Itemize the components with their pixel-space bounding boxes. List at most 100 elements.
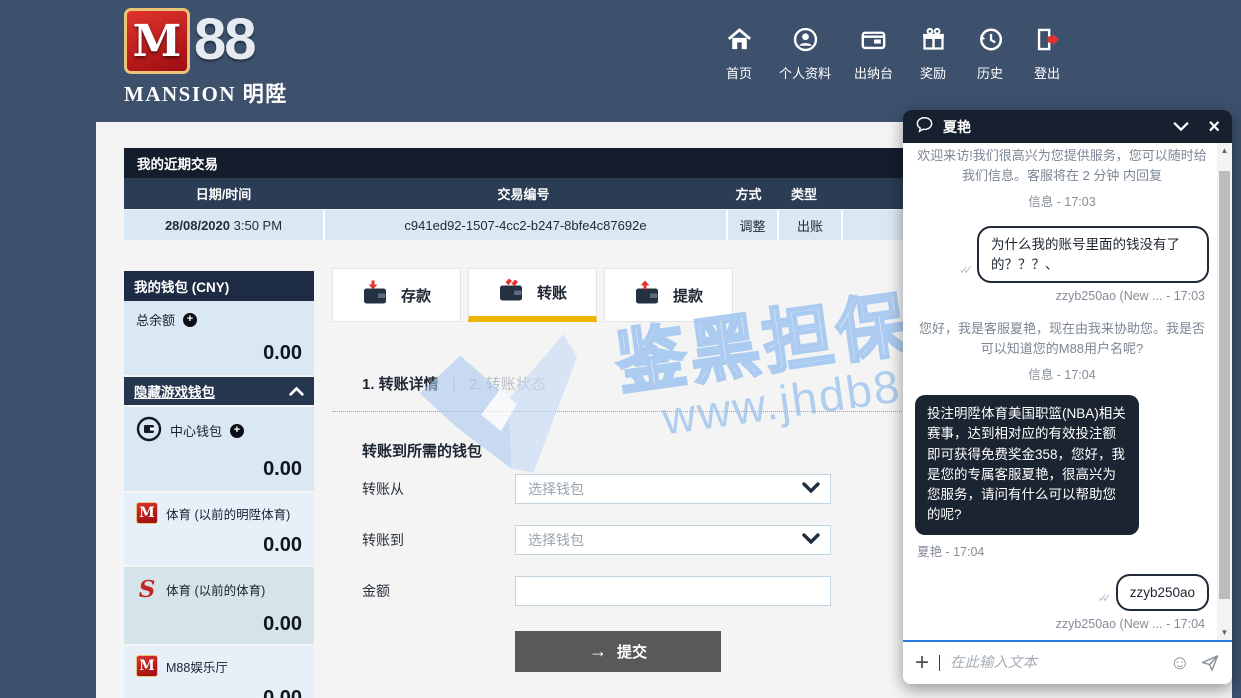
total-balance-value: 0.00 <box>136 342 302 365</box>
tab-withdraw[interactable]: 提款 <box>604 268 733 322</box>
attach-plus-icon[interactable]: + <box>915 653 929 673</box>
transfer-from-label: 转账从 <box>362 479 515 499</box>
wallet-deposit-icon <box>362 280 392 311</box>
chat-input-bar: + ☺ <box>903 640 1232 684</box>
form-title: 转账到所需的钱包 <box>362 440 482 461</box>
chat-message-area: 欢迎来访!我们很高兴为您提供服务，您可以随时给我们信息。客服将在 2 分钟 内回… <box>903 143 1232 640</box>
chat-message-meta: 信息 - 17:04 <box>915 364 1209 383</box>
send-icon[interactable] <box>1200 653 1220 673</box>
tab-deposit[interactable]: 存款 <box>332 268 461 322</box>
scroll-up-icon[interactable]: ▲ <box>1221 146 1229 155</box>
chat-system-message: 您好，我是客服夏艳，现在由我来协助您。我是否可以知道您的M88用户名呢? <box>915 319 1209 358</box>
chat-text-input[interactable] <box>950 655 1160 671</box>
wallet-withdraw-icon <box>634 280 664 311</box>
wallet-item-name: 体育 (以前的明陞体育) <box>166 504 290 523</box>
chat-user-message: ✓✓ 为什么我的账号里面的钱没有了的？？？、 <box>915 226 1209 283</box>
cell-txn-id: c941ed92-1507-4cc2-b247-8bfe4c87692e <box>325 210 726 240</box>
cell-date: 28/08/2020 3:50 PM <box>124 210 323 240</box>
hide-game-wallets-toggle[interactable]: 隐藏游戏钱包 <box>124 377 314 405</box>
scrollbar-thumb[interactable] <box>1219 171 1230 599</box>
profile-icon <box>792 26 819 58</box>
chat-close-button[interactable]: × <box>1208 118 1220 136</box>
m88-badge-icon: M <box>136 655 158 677</box>
cashier-tabs: 存款 转账 提款 <box>332 268 733 322</box>
chat-minimize-button[interactable] <box>1173 119 1189 135</box>
read-check-icon: ✓✓ <box>1098 591 1110 611</box>
wallet-item-value: 0.00 <box>136 687 302 698</box>
transfer-from-select[interactable]: 选择钱包 <box>515 474 831 504</box>
cell-type: 出账 <box>779 210 841 240</box>
wallet-item-m88-casino: M M88娱乐厅 0.00 <box>124 646 314 698</box>
cashier-icon <box>860 26 887 58</box>
chat-message-meta: 信息 - 17:03 <box>915 191 1209 210</box>
cell-method: 调整 <box>728 210 777 240</box>
m88-logo-badge: M <box>124 8 190 74</box>
step-divider: | <box>452 374 456 394</box>
wallet-item-value: 0.00 <box>136 613 302 636</box>
nav-logout[interactable]: 登出 <box>1030 26 1064 82</box>
chat-scrollbar[interactable]: ▲ ▼ <box>1217 143 1232 640</box>
wallet-item-value: 0.00 <box>136 534 302 557</box>
chat-user-message: ✓✓ zzyb250ao <box>915 574 1209 612</box>
top-nav: 首页 个人资料 出纳台 奖励 历史 登出 <box>722 26 1064 82</box>
home-icon <box>726 26 753 58</box>
nav-rewards[interactable]: 奖励 <box>916 26 950 82</box>
nav-profile[interactable]: 个人资料 <box>779 26 831 82</box>
chat-message-meta: zzyb250ao (New ... - 17:03 <box>915 289 1209 303</box>
wallet-transfer-icon <box>498 277 528 308</box>
rewards-icon <box>920 26 947 58</box>
chat-system-message: 欢迎来访!我们很高兴为您提供服务，您可以随时给我们信息。客服将在 2 分钟 内回… <box>915 146 1209 185</box>
submit-button[interactable]: → 提交 <box>515 631 721 672</box>
central-wallet-icon <box>136 416 162 445</box>
s-sports-icon: S <box>136 576 158 603</box>
wallet-sidebar: 我的钱包 (CNY) 总余额 + 0.00 隐藏游戏钱包 中心钱包 + 0.00… <box>124 271 314 698</box>
wallet-item-value: 0.00 <box>136 458 302 481</box>
chat-message-meta: zzyb250ao (New ... - 17:04 <box>915 617 1209 631</box>
wallet-item-sports-mansion: M 体育 (以前的明陞体育) 0.00 <box>124 493 314 565</box>
m88-logo-88: 88 <box>194 8 255 72</box>
m88-logo[interactable]: M 88 MANSION 明陞 <box>124 8 288 108</box>
logout-icon <box>1034 26 1061 58</box>
chevron-up-icon <box>289 384 304 399</box>
step-transfer-details: 1. 转账详情 <box>362 373 439 394</box>
tab-transfer[interactable]: 转账 <box>468 268 597 322</box>
history-icon <box>977 26 1004 58</box>
total-balance-block: 总余额 + 0.00 <box>124 301 314 375</box>
emoji-icon[interactable]: ☺ <box>1170 652 1190 675</box>
add-funds-icon[interactable]: + <box>230 424 244 438</box>
col-date: 日期/时间 <box>124 184 323 203</box>
wallet-item-name: M88娱乐厅 <box>166 657 228 676</box>
chat-agent-name: 夏艳 <box>943 117 1164 137</box>
chevron-down-icon <box>802 481 820 497</box>
chevron-down-icon <box>802 532 820 548</box>
chat-bubble-icon <box>915 115 934 139</box>
wallet-item-sports-legacy: S 体育 (以前的体育) 0.00 <box>124 567 314 644</box>
wallet-item-name: 中心钱包 <box>170 421 222 440</box>
chat-message-meta: 夏艳 - 17:04 <box>915 541 1209 560</box>
add-funds-icon[interactable]: + <box>183 313 197 327</box>
total-balance-label: 总余额 <box>136 310 175 329</box>
nav-history[interactable]: 历史 <box>973 26 1007 82</box>
transfer-to-select[interactable]: 选择钱包 <box>515 525 831 555</box>
scroll-down-icon[interactable]: ▼ <box>1221 628 1229 637</box>
col-txn-id: 交易编号 <box>323 184 724 203</box>
nav-cashier[interactable]: 出纳台 <box>854 26 893 82</box>
chat-header: 夏艳 × <box>903 110 1232 143</box>
col-type: 类型 <box>773 184 835 203</box>
amount-label: 金额 <box>362 581 515 601</box>
transfer-steps: 1. 转账详情 | 2. 转账状态 <box>362 373 546 394</box>
chat-agent-message: 投注明陞体育美国职篮(NBA)相关赛事，达到相对应的有效投注额即可获得免费奖金3… <box>915 395 1209 535</box>
transfer-to-label: 转账到 <box>362 530 515 550</box>
wallet-item-central: 中心钱包 + 0.00 <box>124 407 314 491</box>
nav-home[interactable]: 首页 <box>722 26 756 82</box>
arrow-right-icon: → <box>589 641 607 662</box>
wallet-item-name: 体育 (以前的体育) <box>166 580 265 599</box>
col-method: 方式 <box>724 184 773 203</box>
wallet-title: 我的钱包 (CNY) <box>124 271 314 301</box>
m88-badge-icon: M <box>136 502 158 524</box>
m88-brand-text: MANSION 明陞 <box>124 78 288 108</box>
read-check-icon: ✓✓ <box>959 263 971 283</box>
step-transfer-status: 2. 转账状态 <box>469 373 546 394</box>
amount-input[interactable] <box>515 576 831 606</box>
text-caret <box>939 655 940 671</box>
